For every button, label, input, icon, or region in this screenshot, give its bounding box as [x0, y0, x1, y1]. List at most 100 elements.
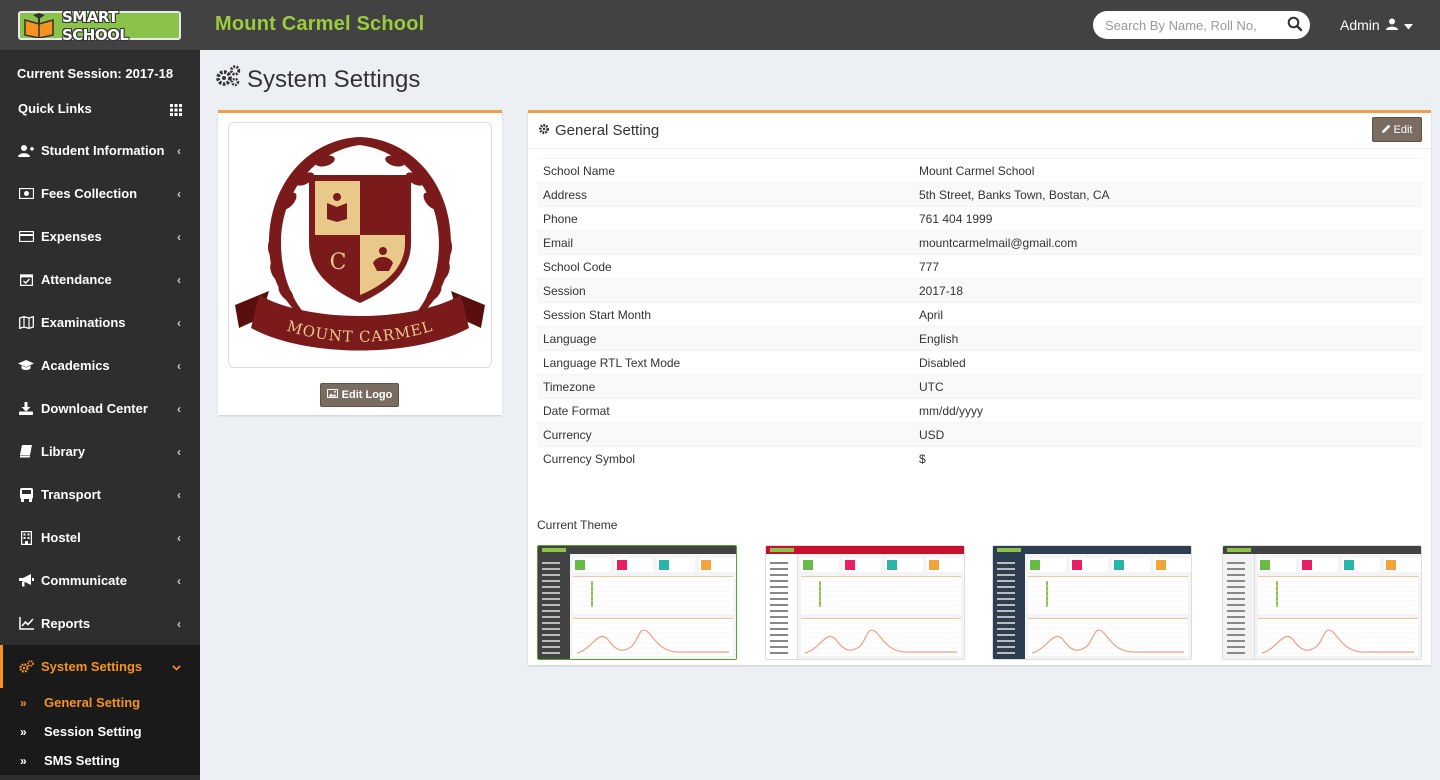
sidebar-item-system-settings[interactable]: System Settings — [0, 645, 200, 688]
sidebar-item-student-information[interactable]: Student Information ‹ — [0, 129, 200, 172]
chevron-down-icon — [172, 660, 181, 674]
sidebar-item-reports[interactable]: Reports ‹ — [0, 602, 200, 645]
bus-icon — [18, 487, 34, 502]
setting-value: USD — [913, 422, 1422, 447]
download-icon — [18, 402, 34, 416]
sidebar-item-fees-collection[interactable]: Fees Collection ‹ — [0, 172, 200, 215]
chevron-left-icon: ‹ — [177, 574, 181, 588]
table-row: Currency USD — [537, 422, 1422, 447]
edit-logo-button[interactable]: Edit Logo — [320, 383, 399, 407]
sidebar-item-communicate[interactable]: Communicate ‹ — [0, 559, 200, 602]
setting-label: Address — [537, 182, 913, 207]
quick-links[interactable]: Quick Links — [18, 101, 92, 116]
page-title-text: System Settings — [247, 65, 421, 93]
chevron-left-icon: ‹ — [177, 445, 181, 459]
submenu-item-label: SMS Setting — [44, 753, 120, 768]
setting-label: Session — [537, 278, 913, 303]
setting-value: 5th Street, Banks Town, Bostan, CA — [913, 182, 1422, 207]
theme-gallery — [537, 545, 1422, 660]
search-field[interactable] — [1093, 11, 1310, 39]
sidebar-item-label: Transport — [41, 487, 101, 502]
chevron-left-icon: ‹ — [177, 273, 181, 287]
setting-label: Timezone — [537, 374, 913, 399]
setting-label: Currency Symbol — [537, 446, 913, 471]
theme-option-3[interactable] — [992, 545, 1192, 660]
gear-icon — [538, 122, 550, 139]
setting-label: School Name — [537, 158, 913, 183]
calendar-check-icon — [18, 273, 34, 287]
sidebar-item-transport[interactable]: Transport ‹ — [0, 473, 200, 516]
sidebar-item-label: Reports — [41, 616, 91, 631]
settings-table: School Name Mount Carmel School Address 5th… — [537, 158, 1422, 471]
sidebar-item-academics[interactable]: Academics ‹ — [0, 344, 200, 387]
pencil-icon — [1381, 124, 1391, 136]
card-title: General Setting — [538, 122, 659, 139]
edit-button[interactable]: Edit — [1372, 117, 1422, 142]
sidebar-item-label: Download Center — [41, 401, 148, 416]
sidebar-item-label: Hostel — [41, 530, 81, 545]
sidebar-item-label: Attendance — [41, 272, 112, 287]
submenu-item-sms-setting[interactable]: » SMS Setting — [0, 746, 200, 775]
double-angle-right-icon: » — [20, 753, 27, 768]
sidebar-item-attendance[interactable]: Attendance ‹ — [0, 258, 200, 301]
sidebar-item-expenses[interactable]: Expenses ‹ — [0, 215, 200, 258]
table-row: Language RTL Text Mode Disabled — [537, 350, 1422, 375]
chevron-left-icon: ‹ — [177, 359, 181, 373]
table-row: School Code 777 — [537, 254, 1422, 279]
setting-value: $ — [913, 446, 1422, 471]
bullhorn-icon — [18, 574, 34, 588]
search-icon[interactable] — [1287, 16, 1305, 34]
grid-icon[interactable] — [170, 103, 182, 116]
sidebar-item-label: Student Information — [41, 143, 165, 158]
chevron-left-icon: ‹ — [177, 187, 181, 201]
card-header: General Setting Edit — [528, 113, 1431, 149]
user-menu[interactable]: Admin — [1340, 17, 1413, 33]
sidebar-item-label: Examinations — [41, 315, 126, 330]
table-row: Session Start Month April — [537, 302, 1422, 327]
sidebar-item-library[interactable]: Library ‹ — [0, 430, 200, 473]
chevron-left-icon: ‹ — [177, 531, 181, 545]
chevron-left-icon: ‹ — [177, 230, 181, 244]
image-icon — [326, 389, 338, 401]
table-row: Language English — [537, 326, 1422, 351]
app-logo[interactable]: SMART SCHOOL — [18, 8, 181, 44]
general-setting-card: General Setting Edit School Name Mount Ca… — [528, 110, 1431, 665]
submenu-item-session-setting[interactable]: » Session Setting — [0, 717, 200, 746]
sidebar-item-label: Fees Collection — [41, 186, 138, 201]
setting-label: Phone — [537, 206, 913, 231]
system-settings-submenu: » General Setting » Session Setting » SM… — [0, 688, 200, 775]
theme-option-1[interactable] — [537, 545, 737, 660]
sidebar-item-label: Library — [41, 444, 86, 459]
table-row: Email mountcarmelmail@gmail.com — [537, 230, 1422, 255]
gears-icon — [215, 65, 241, 94]
double-angle-right-icon: » — [20, 724, 27, 739]
theme-option-4[interactable] — [1222, 545, 1422, 660]
sidebar-item-label: System Settings — [41, 659, 143, 674]
page-title: System Settings — [215, 65, 420, 94]
school-logo-card: M C MOUNT CARMEL Edit Logo — [218, 110, 502, 415]
edit-logo-label: Edit Logo — [341, 389, 393, 401]
search-input[interactable] — [1105, 17, 1281, 33]
current-session[interactable]: Current Session: 2017-18 — [17, 66, 173, 81]
submenu-item-label: General Setting — [44, 695, 141, 710]
sidebar: Current Session: 2017-18 Quick Links Stu… — [0, 50, 200, 780]
setting-label: Session Start Month — [537, 302, 913, 327]
setting-value: mm/dd/yyyy — [913, 398, 1422, 423]
chevron-left-icon: ‹ — [177, 617, 181, 631]
crest-letter-m: M — [371, 196, 394, 221]
submenu-item-general-setting[interactable]: » General Setting — [0, 688, 200, 717]
sidebar-item-examinations[interactable]: Examinations ‹ — [0, 301, 200, 344]
sidebar-item-label: Academics — [41, 358, 110, 373]
sidebar-item-download-center[interactable]: Download Center ‹ — [0, 387, 200, 430]
sidebar-item-hostel[interactable]: Hostel ‹ — [0, 516, 200, 559]
setting-label: Language — [537, 326, 913, 351]
map-icon — [18, 316, 34, 330]
logo-text: SMART SCHOOL — [62, 7, 129, 44]
table-row: Address 5th Street, Banks Town, Bostan, C… — [537, 182, 1422, 207]
chevron-left-icon: ‹ — [177, 402, 181, 416]
money-icon — [18, 187, 34, 201]
school-name: Mount Carmel School — [215, 13, 425, 35]
table-row: Phone 761 404 1999 — [537, 206, 1422, 231]
sidebar-menu: Student Information ‹ Fees Collection ‹ … — [0, 129, 200, 775]
theme-option-2[interactable] — [765, 545, 965, 660]
